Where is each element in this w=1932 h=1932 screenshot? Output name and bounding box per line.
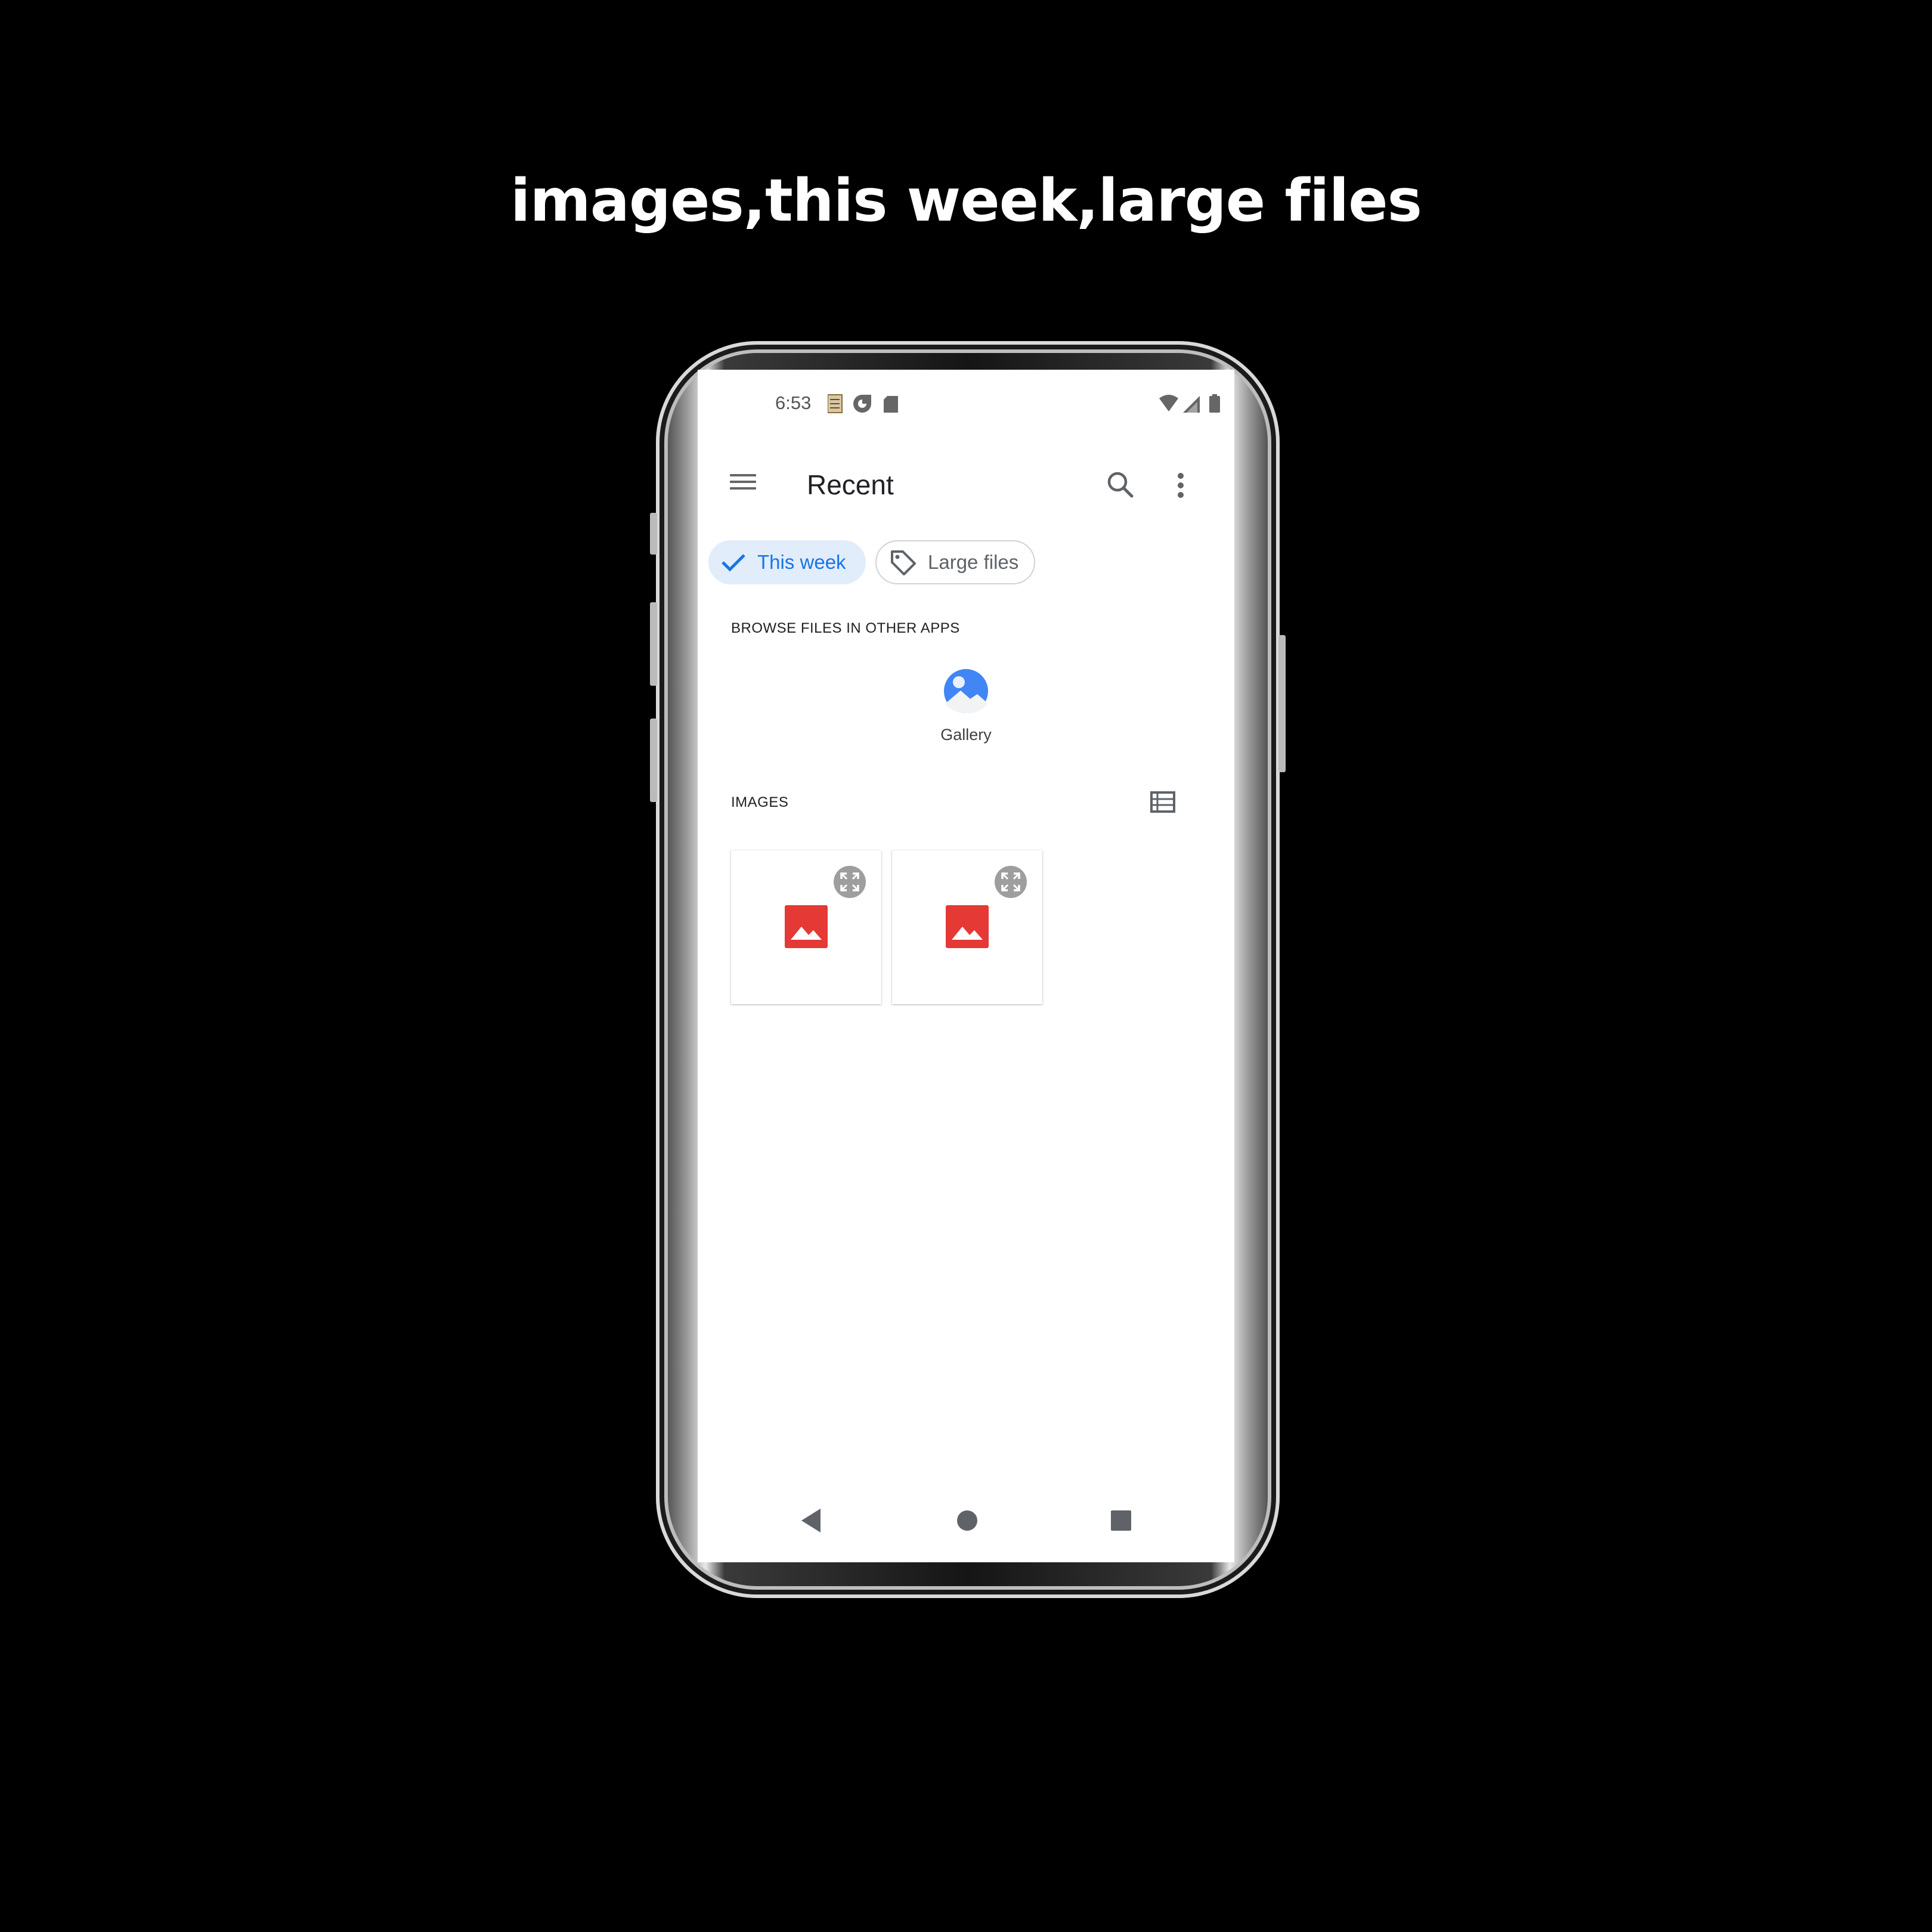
hamburger-menu-icon[interactable] <box>730 471 756 497</box>
cell-signal-icon <box>1183 396 1200 413</box>
side-button <box>650 602 657 686</box>
gallery-label: Gallery <box>940 726 992 744</box>
image-icon <box>785 905 828 948</box>
images-section-header: IMAGES <box>731 794 789 810</box>
filter-chip-large-files[interactable]: Large files <box>875 540 1035 584</box>
image-tile[interactable] <box>892 850 1042 1004</box>
browse-section-header: BROWSE FILES IN OTHER APPS <box>731 620 960 636</box>
image-tile[interactable] <box>731 850 881 1004</box>
status-time: 6:53 <box>775 392 812 413</box>
filter-chip-this-week[interactable]: This week <box>708 540 866 584</box>
list-view-icon[interactable] <box>1150 791 1176 815</box>
side-button <box>650 513 657 555</box>
home-icon[interactable] <box>954 1506 980 1535</box>
wifi-icon <box>1159 395 1178 411</box>
gallery-app-button[interactable]: Gallery <box>918 668 1014 744</box>
data-saver-icon <box>853 395 871 413</box>
recents-icon[interactable] <box>1108 1506 1134 1535</box>
phone-screen: 6:53 Recent This week Large files BROWSE… <box>698 370 1234 1562</box>
more-vert-icon[interactable] <box>1166 467 1196 503</box>
chip-label: This week <box>757 551 846 573</box>
chip-label: Large files <box>928 551 1019 573</box>
caption-title: images,this week,large files <box>510 167 1422 235</box>
side-button <box>1278 635 1286 772</box>
notes-icon <box>827 394 843 413</box>
sd-card-icon <box>884 396 898 413</box>
gallery-icon <box>944 669 988 714</box>
image-icon <box>946 905 989 948</box>
expand-icon[interactable] <box>834 866 866 898</box>
status-right-icons <box>1158 394 1224 417</box>
page-title: Recent <box>807 469 894 500</box>
check-icon <box>722 554 745 572</box>
back-icon[interactable] <box>798 1506 824 1535</box>
status-left-icons <box>827 394 899 417</box>
expand-icon[interactable] <box>995 866 1027 898</box>
side-button <box>650 719 657 802</box>
tag-icon <box>891 550 916 575</box>
search-icon[interactable] <box>1103 467 1139 503</box>
battery-icon <box>1209 394 1220 413</box>
